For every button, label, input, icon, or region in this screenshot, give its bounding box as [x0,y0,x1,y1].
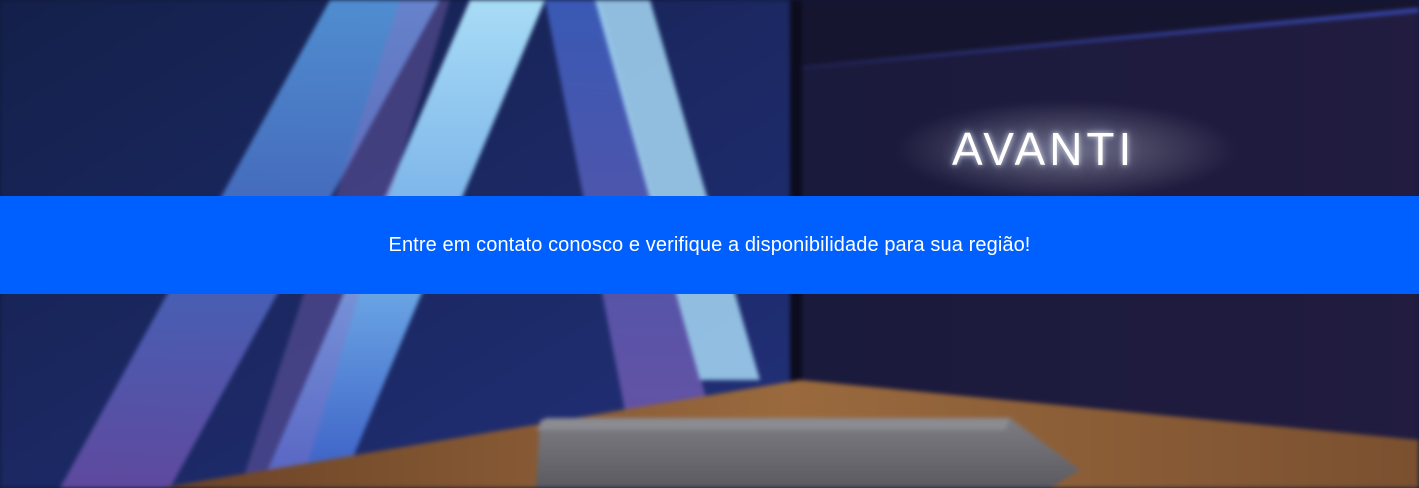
hero-banner: AVANTI Entre em contato conosco e verifi… [0,0,1419,488]
avanti-logo-text: AVANTI [952,123,1136,175]
contact-cta-text: Entre em contato conosco e verifique a d… [388,233,1031,256]
contact-cta-band: Entre em contato conosco e verifique a d… [0,196,1419,294]
avanti-logo: AVANTI [952,122,1135,176]
